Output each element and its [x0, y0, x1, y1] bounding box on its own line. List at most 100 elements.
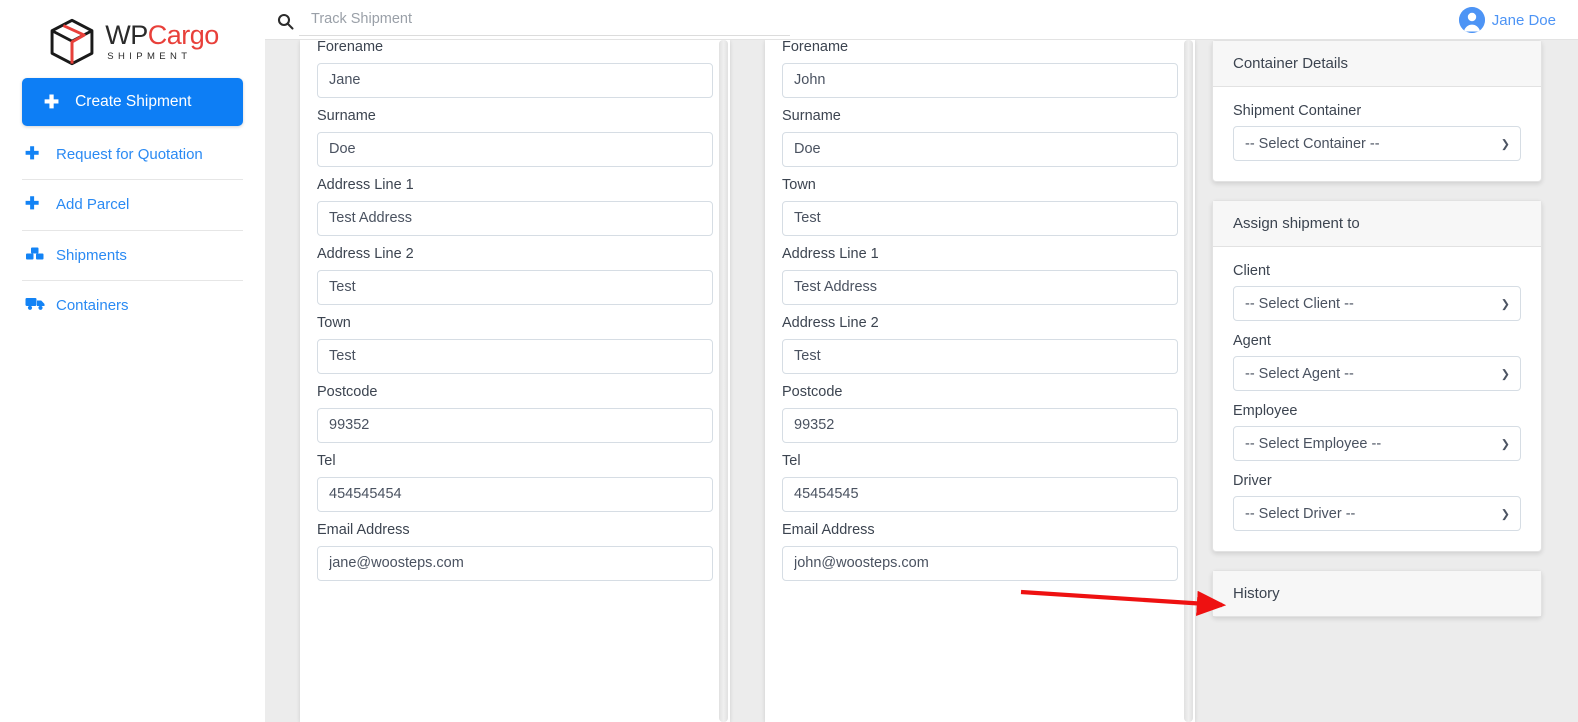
- field-label: Postcode: [782, 383, 843, 400]
- field-receiver-town: Town: [782, 176, 1178, 236]
- field-receiver-forename: Forename: [782, 39, 1178, 98]
- field-sender-address-line-1: Address Line 1: [317, 177, 713, 236]
- sidebar-item-request-for-quotation[interactable]: ✚ Request for Quotation: [22, 126, 243, 179]
- field-label: Surname: [782, 107, 841, 124]
- panel-title-assign-shipment: Assign shipment to: [1213, 201, 1541, 247]
- field-label: Shipment Container: [1233, 103, 1362, 119]
- field-receiver-address-line-1: Address Line 1: [782, 245, 1178, 305]
- field-receiver-postcode: Postcode: [782, 383, 1178, 443]
- truck-icon: [22, 295, 56, 311]
- selected-value: -- Select Agent --: [1245, 365, 1354, 382]
- field-sender-address-line-2: Address Line 2: [317, 245, 713, 305]
- sender-address-line-1-input[interactable]: [317, 200, 713, 236]
- search-box: [277, 4, 790, 38]
- receiver-surname-input[interactable]: [782, 131, 1178, 167]
- employee-select[interactable]: -- Select Employee --: [1233, 426, 1521, 461]
- sidebar-item-label-shipments: Shipments: [56, 246, 127, 264]
- field-label: Address Line 1: [782, 245, 879, 262]
- cube-logo-icon: [46, 16, 98, 68]
- history-panel: History: [1212, 570, 1542, 617]
- sender-forename-input[interactable]: [317, 62, 713, 98]
- receiver-town-input[interactable]: [782, 200, 1178, 236]
- sidebar-item-label-add-parcel: Add Parcel: [56, 196, 130, 214]
- field-label: Tel: [782, 452, 801, 469]
- driver-select[interactable]: -- Select Driver --: [1233, 496, 1521, 531]
- field-label: Tel: [317, 452, 336, 469]
- field-agent: Agent -- Select Agent -- ❯: [1233, 333, 1521, 391]
- user-menu[interactable]: Jane Doe: [1458, 7, 1556, 33]
- logo-subtitle: SHIPMENT: [107, 51, 192, 63]
- receiver-postcode-input[interactable]: [782, 407, 1178, 443]
- field-sender-surname: Surname: [317, 107, 713, 167]
- field-label: Address Line 2: [317, 245, 414, 262]
- sidebar-item-create-shipment[interactable]: ✚ Create Shipment: [22, 78, 243, 126]
- field-employee: Employee -- Select Employee -- ❯: [1233, 403, 1521, 461]
- logo-wp-text: WP: [105, 20, 148, 51]
- plus-icon: ✚: [25, 194, 40, 214]
- field-sender-tel: Tel: [317, 452, 713, 512]
- field-label: Employee: [1233, 403, 1298, 419]
- main-content: Forename Surname Address Line 1 Address …: [265, 39, 1578, 722]
- sidebar-nav: ✚ Create Shipment ✚ Request for Quotatio…: [0, 78, 265, 330]
- field-sender-postcode: Postcode: [317, 384, 713, 443]
- user-name-label: Jane Doe: [1491, 11, 1556, 29]
- plus-icon: ✚: [25, 144, 40, 163]
- field-label: Email Address: [317, 521, 410, 538]
- receiver-email-input[interactable]: [782, 545, 1178, 581]
- field-receiver-address-line-2: Address Line 2: [782, 315, 1178, 374]
- sender-surname-input[interactable]: [317, 131, 713, 167]
- field-label: Town: [317, 314, 351, 331]
- field-label: Forename: [782, 39, 849, 55]
- sidebar-item-label-containers: Containers: [56, 296, 129, 314]
- field-shipment-container: Shipment Container -- Select Container -…: [1233, 103, 1521, 161]
- field-sender-town: Town: [317, 314, 713, 374]
- shipment-container-select[interactable]: -- Select Container --: [1233, 126, 1521, 161]
- receiver-forename-input[interactable]: [782, 62, 1178, 98]
- panel-title-container-details: Container Details: [1213, 41, 1541, 87]
- panel-title-history: History: [1213, 571, 1541, 616]
- app-root: WPCargo SHIPMENT ✚ Create Shipment ✚ Req…: [0, 0, 1578, 722]
- receiver-scrollbar[interactable]: [1184, 40, 1193, 722]
- sender-tel-input[interactable]: [317, 476, 713, 512]
- field-label: Town: [782, 176, 816, 193]
- sender-details-card: Forename Surname Address Line 1 Address …: [300, 39, 730, 722]
- sender-town-input[interactable]: [317, 338, 713, 374]
- field-sender-email: Email Address: [317, 521, 713, 581]
- field-receiver-email: Email Address: [782, 521, 1178, 581]
- sidebar-item-add-parcel[interactable]: ✚ Add Parcel: [22, 180, 243, 229]
- field-label: Agent: [1233, 333, 1271, 349]
- right-rail: Container Details Shipment Container -- …: [1212, 40, 1542, 635]
- field-label: Email Address: [782, 521, 875, 538]
- user-avatar-icon: [1458, 7, 1485, 33]
- sender-postcode-input[interactable]: [317, 407, 713, 443]
- assign-shipment-body: Client -- Select Client -- ❯ Agent -- Se…: [1213, 247, 1541, 551]
- receiver-form: Forename Surname Town Address Line 1 Add…: [765, 39, 1195, 581]
- receiver-address-line-2-input[interactable]: [782, 338, 1178, 374]
- sidebar-item-label-create-shipment: Create Shipment: [75, 93, 192, 110]
- topbar: Jane Doe: [265, 0, 1578, 40]
- sender-address-line-2-input[interactable]: [317, 269, 713, 305]
- sender-email-input[interactable]: [317, 545, 713, 581]
- search-icon: [277, 13, 299, 30]
- sidebar-item-label-request-for-quotation: Request for Quotation: [56, 146, 203, 163]
- field-label: Surname: [317, 107, 376, 124]
- assign-shipment-panel: Assign shipment to Client -- Select Clie…: [1212, 200, 1542, 552]
- field-receiver-tel: Tel: [782, 452, 1178, 512]
- client-select[interactable]: -- Select Client --: [1233, 286, 1521, 321]
- container-details-panel: Container Details Shipment Container -- …: [1212, 40, 1542, 182]
- search-input[interactable]: [299, 6, 790, 36]
- agent-select[interactable]: -- Select Agent --: [1233, 356, 1521, 391]
- sender-form: Forename Surname Address Line 1 Address …: [300, 39, 730, 581]
- selected-value: -- Select Container --: [1245, 135, 1380, 152]
- sidebar-item-containers[interactable]: Containers: [22, 281, 243, 330]
- sender-scrollbar[interactable]: [719, 40, 728, 722]
- receiver-address-line-1-input[interactable]: [782, 269, 1178, 305]
- receiver-details-card: Forename Surname Town Address Line 1 Add…: [765, 39, 1195, 722]
- selected-value: -- Select Employee --: [1245, 435, 1382, 452]
- selected-value: -- Select Client --: [1245, 295, 1354, 312]
- sidebar-item-shipments[interactable]: Shipments: [22, 231, 243, 280]
- logo-cargo-text: Cargo: [147, 20, 220, 51]
- receiver-tel-input[interactable]: [782, 476, 1178, 512]
- brand-logo[interactable]: WPCargo SHIPMENT: [0, 0, 265, 78]
- plus-icon: ✚: [44, 91, 60, 112]
